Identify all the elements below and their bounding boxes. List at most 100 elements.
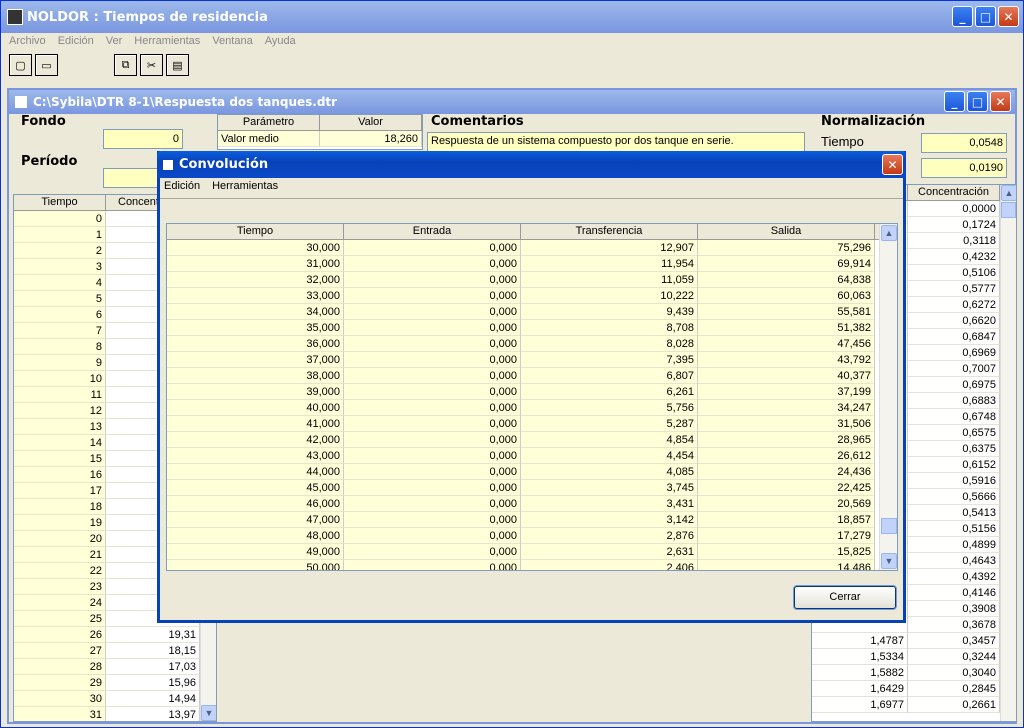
table-row[interactable]: 30 14,94 bbox=[14, 691, 216, 707]
column-header[interactable]: Transferencia bbox=[521, 224, 698, 239]
column-header[interactable]: Entrada bbox=[344, 224, 521, 239]
dialog-close-button[interactable]: ✕ bbox=[882, 154, 903, 175]
cell: 22 bbox=[14, 563, 106, 579]
table-row[interactable]: 36,000 0,000 8,028 47,456 bbox=[167, 336, 897, 352]
cell: 32,000 bbox=[167, 272, 344, 288]
table-row[interactable]: 45,000 0,000 3,745 22,425 bbox=[167, 480, 897, 496]
dialog-menu-item[interactable]: Herramientas bbox=[212, 180, 278, 192]
menu-item[interactable]: Herramientas bbox=[134, 35, 200, 47]
cell: 5,756 bbox=[521, 400, 698, 416]
table-row[interactable]: 49,000 0,000 2,631 15,825 bbox=[167, 544, 897, 560]
comentarios-textarea[interactable]: Respuesta de un sistema compuesto por do… bbox=[427, 132, 805, 152]
table-row[interactable]: 50,000 0,000 2,406 14,486 bbox=[167, 560, 897, 570]
menu-item[interactable]: Ver bbox=[106, 35, 123, 47]
cell: 4 bbox=[14, 275, 106, 291]
scroll-down-icon[interactable]: ▼ bbox=[201, 705, 216, 721]
new-file-icon[interactable]: ▢ bbox=[9, 54, 32, 76]
table-row[interactable]: 1,6429 0,2845 bbox=[812, 681, 1016, 697]
minimize-button[interactable]: _ bbox=[952, 6, 973, 27]
doc-maximize-button[interactable]: □ bbox=[967, 91, 988, 112]
scroll-up-icon[interactable]: ▲ bbox=[1001, 185, 1016, 201]
table-row[interactable]: 29 15,96 bbox=[14, 675, 216, 691]
table-row[interactable]: 26 19,31 bbox=[14, 627, 216, 643]
table-row[interactable]: 31 13,97 bbox=[14, 707, 216, 721]
convolucion-dialog: Convolución ✕ Edición Herramientas Tiempo… bbox=[157, 151, 906, 623]
menu-item[interactable]: Ventana bbox=[212, 35, 252, 47]
copy-icon[interactable]: ⧉ bbox=[114, 54, 137, 76]
dialog-titlebar[interactable]: Convolución ✕ bbox=[157, 151, 906, 178]
cell: 0,000 bbox=[344, 512, 521, 528]
doc-close-button[interactable]: ✕ bbox=[990, 91, 1011, 112]
right-scrollbar[interactable]: ▲ bbox=[1000, 185, 1016, 721]
menu-item[interactable]: Archivo bbox=[9, 35, 46, 47]
menu-item[interactable]: Ayuda bbox=[265, 35, 296, 47]
cell: 1 bbox=[14, 227, 106, 243]
table-row[interactable]: 1,5882 0,3040 bbox=[812, 665, 1016, 681]
cell: 8 bbox=[14, 339, 106, 355]
table-row[interactable]: 37,000 0,000 7,395 43,792 bbox=[167, 352, 897, 368]
dialog-scroll-thumb[interactable] bbox=[881, 518, 897, 534]
table-row[interactable]: 35,000 0,000 8,708 51,382 bbox=[167, 320, 897, 336]
table-row[interactable]: 1,4787 0,3457 bbox=[812, 633, 1016, 649]
cell: 0,4392 bbox=[908, 569, 1000, 585]
table-row[interactable]: 1,5334 0,3244 bbox=[812, 649, 1016, 665]
table-row[interactable]: 43,000 0,000 4,454 26,612 bbox=[167, 448, 897, 464]
cell: 30,000 bbox=[167, 240, 344, 256]
table-row[interactable]: 44,000 0,000 4,085 24,436 bbox=[167, 464, 897, 480]
table-row[interactable]: 46,000 0,000 3,431 20,569 bbox=[167, 496, 897, 512]
table-row[interactable]: 1,6977 0,2661 bbox=[812, 697, 1016, 713]
dialog-scroll-down-icon[interactable]: ▼ bbox=[881, 553, 897, 569]
cell: 11,954 bbox=[521, 256, 698, 272]
maximize-button[interactable]: □ bbox=[975, 6, 996, 27]
cell: 0,000 bbox=[344, 432, 521, 448]
cell: 64,838 bbox=[698, 272, 875, 288]
table-row[interactable]: 33,000 0,000 10,222 60,063 bbox=[167, 288, 897, 304]
dialog-scrollbar[interactable]: ▲ ▼ bbox=[879, 224, 897, 570]
convolucion-table[interactable]: Tiempo Entrada Transferencia Salida 30,000 0… bbox=[166, 223, 898, 571]
cerrar-button[interactable]: Cerrar bbox=[794, 586, 896, 609]
doc-minimize-button[interactable]: _ bbox=[944, 91, 965, 112]
cell: 27 bbox=[14, 643, 106, 659]
cut-icon[interactable]: ✂ bbox=[140, 54, 163, 76]
table-row[interactable]: 28 17,03 bbox=[14, 659, 216, 675]
dialog-menu-item[interactable]: Edición bbox=[164, 180, 200, 192]
second-norm-input[interactable]: 0,0190 bbox=[921, 158, 1007, 178]
cell: 25 bbox=[14, 611, 106, 627]
cell: 1,4787 bbox=[812, 633, 908, 649]
menu-item[interactable]: Edición bbox=[58, 35, 94, 47]
close-button[interactable]: ✕ bbox=[998, 6, 1019, 27]
table-row[interactable]: 40,000 0,000 5,756 34,247 bbox=[167, 400, 897, 416]
table-row[interactable]: 41,000 0,000 5,287 31,506 bbox=[167, 416, 897, 432]
scroll-thumb[interactable] bbox=[1001, 202, 1016, 218]
cell: 40,377 bbox=[698, 368, 875, 384]
table-row[interactable]: 39,000 0,000 6,261 37,199 bbox=[167, 384, 897, 400]
table-row[interactable]: 48,000 0,000 2,876 17,279 bbox=[167, 528, 897, 544]
fondo-input[interactable]: 0 bbox=[103, 129, 183, 149]
table-row[interactable]: 27 18,15 bbox=[14, 643, 216, 659]
open-folder-icon[interactable]: ▭ bbox=[35, 54, 58, 76]
cell: 14 bbox=[14, 435, 106, 451]
dialog-menu-bar: Edición Herramientas bbox=[164, 180, 278, 192]
table-row[interactable]: 32,000 0,000 11,059 64,838 bbox=[167, 272, 897, 288]
table-row[interactable]: 42,000 0,000 4,854 28,965 bbox=[167, 432, 897, 448]
cell: 7 bbox=[14, 323, 106, 339]
tiempo-input[interactable]: 0,0548 bbox=[921, 133, 1007, 153]
document-titlebar[interactable]: C:\Sybila\DTR 8-1\Respuesta dos tanques.… bbox=[9, 90, 1015, 114]
app-titlebar[interactable]: NOLDOR : Tiempos de residencia _ □ ✕ bbox=[1, 1, 1023, 33]
table-row[interactable]: 47,000 0,000 3,142 18,857 bbox=[167, 512, 897, 528]
periodo-input[interactable] bbox=[103, 168, 163, 188]
cell: 0,6575 bbox=[908, 425, 1000, 441]
dialog-scroll-up-icon[interactable]: ▲ bbox=[881, 225, 897, 241]
table-row[interactable]: 38,000 0,000 6,807 40,377 bbox=[167, 368, 897, 384]
table-row[interactable]: 31,000 0,000 11,954 69,914 bbox=[167, 256, 897, 272]
params-row[interactable]: Valor medio 18,260 bbox=[218, 131, 422, 147]
paste-icon[interactable]: ▤ bbox=[166, 54, 189, 76]
cell: 0,000 bbox=[344, 368, 521, 384]
column-header[interactable]: Tiempo bbox=[167, 224, 344, 239]
table-row[interactable]: 34,000 0,000 9,439 55,581 bbox=[167, 304, 897, 320]
table-row[interactable]: 30,000 0,000 12,907 75,296 bbox=[167, 240, 897, 256]
cell: 47,456 bbox=[698, 336, 875, 352]
column-header[interactable]: Salida bbox=[698, 224, 875, 239]
cell: 31 bbox=[14, 707, 106, 721]
cell: 35,000 bbox=[167, 320, 344, 336]
